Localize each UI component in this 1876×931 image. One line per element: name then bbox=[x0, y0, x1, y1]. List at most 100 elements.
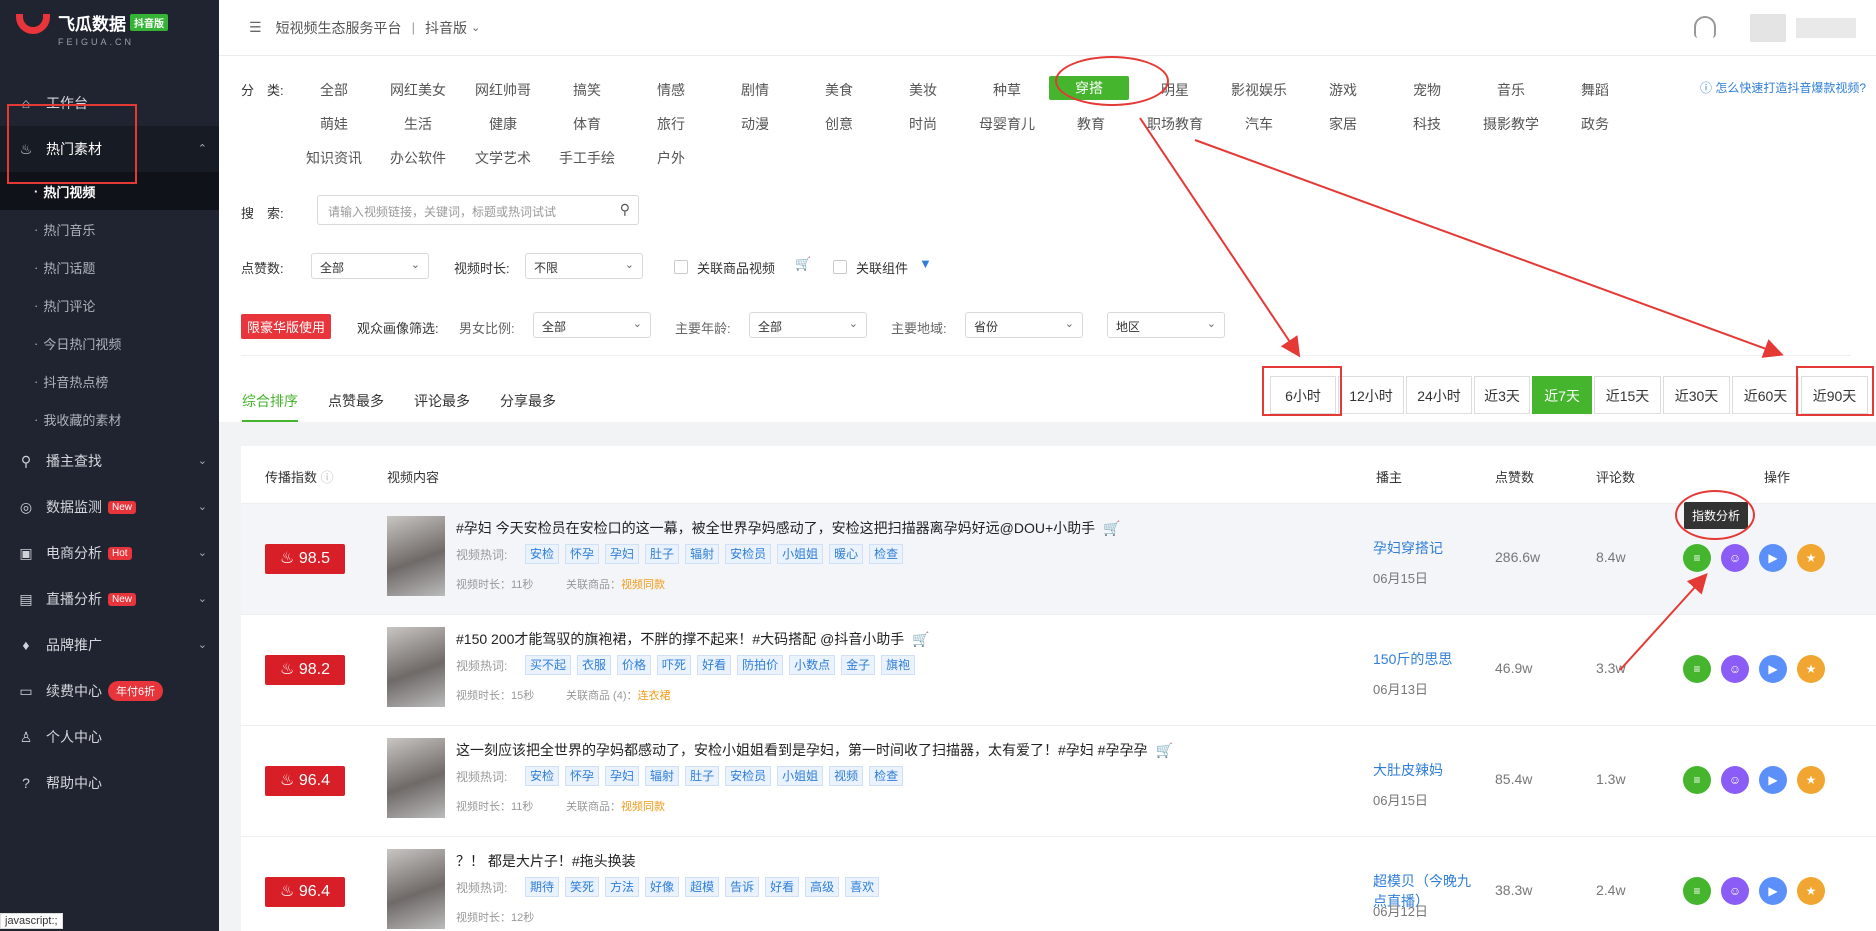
hot-word-tag[interactable]: 喜欢 bbox=[845, 877, 880, 897]
help-link[interactable]: ⓘ 怎么快速打造抖音爆款视频? bbox=[1700, 79, 1866, 96]
sub-item-hot-comment[interactable]: · 热门评论 bbox=[0, 286, 219, 324]
time-range-button[interactable]: 近15天 bbox=[1594, 376, 1661, 414]
hot-word-tag[interactable]: 买不起 bbox=[525, 655, 572, 675]
author-link[interactable]: 150斤的思思 bbox=[1373, 649, 1483, 669]
hot-word-tag[interactable]: 检查 bbox=[869, 766, 904, 786]
category-item[interactable]: 办公软件 bbox=[376, 148, 460, 168]
favorite-button[interactable]: ★ bbox=[1797, 877, 1825, 905]
audience-button[interactable]: ☺ bbox=[1721, 544, 1749, 572]
hot-word-tag[interactable]: 安检 bbox=[525, 766, 560, 786]
tab-most-comments[interactable]: 评论最多 bbox=[414, 391, 470, 411]
category-item[interactable]: 网红美女 bbox=[376, 80, 460, 100]
nav-brand[interactable]: ♦ 品牌推广 ⌄ bbox=[0, 622, 219, 668]
audience-button[interactable]: ☺ bbox=[1721, 766, 1749, 794]
category-item[interactable]: 职场教育 bbox=[1133, 114, 1217, 134]
category-item[interactable]: 摄影教学 bbox=[1469, 114, 1553, 134]
nav-data-monitor[interactable]: ◎ 数据监测 New ⌄ bbox=[0, 484, 219, 530]
category-item[interactable]: 文学艺术 bbox=[461, 148, 545, 168]
video-thumbnail[interactable] bbox=[387, 738, 445, 818]
favorite-button[interactable]: ★ bbox=[1797, 544, 1825, 572]
age-select[interactable]: 全部 ⌄ bbox=[749, 312, 867, 338]
username[interactable] bbox=[1796, 18, 1856, 38]
hot-word-tag[interactable]: 小数点 bbox=[789, 655, 836, 675]
hot-word-tag[interactable]: 超模 bbox=[685, 877, 720, 897]
category-item[interactable]: 户外 bbox=[629, 148, 713, 168]
time-range-button[interactable]: 近60天 bbox=[1732, 376, 1799, 414]
hot-word-tag[interactable]: 视频 bbox=[829, 766, 864, 786]
category-item[interactable]: 情感 bbox=[629, 80, 713, 100]
nav-renew[interactable]: ▭ 续费中心 年付6折 bbox=[0, 668, 219, 714]
nav-streamer-search[interactable]: ⚲ 播主查找 ⌄ bbox=[0, 438, 219, 484]
province-select[interactable]: 省份 ⌄ bbox=[965, 312, 1083, 338]
audience-button[interactable]: ☺ bbox=[1721, 655, 1749, 683]
play-button[interactable]: ▶ bbox=[1759, 655, 1787, 683]
tab-most-likes[interactable]: 点赞最多 bbox=[328, 391, 384, 411]
favorite-button[interactable]: ★ bbox=[1797, 766, 1825, 794]
category-item[interactable]: 时尚 bbox=[881, 114, 965, 134]
headset-icon[interactable] bbox=[1694, 16, 1716, 38]
hot-word-tag[interactable]: 暖心 bbox=[829, 544, 864, 564]
favorite-button[interactable]: ★ bbox=[1797, 655, 1825, 683]
video-thumbnail[interactable] bbox=[387, 627, 445, 707]
avatar[interactable] bbox=[1750, 14, 1786, 42]
category-item[interactable]: 音乐 bbox=[1469, 80, 1553, 100]
author-link[interactable]: 大肚皮辣妈 bbox=[1373, 760, 1483, 780]
hot-word-tag[interactable]: 好看 bbox=[765, 877, 800, 897]
hot-word-tag[interactable]: 肚子 bbox=[685, 766, 720, 786]
hot-word-tag[interactable]: 检查 bbox=[869, 544, 904, 564]
likes-select[interactable]: 全部 ⌄ bbox=[311, 253, 429, 279]
nav-help[interactable]: ? 帮助中心 bbox=[0, 760, 219, 806]
hot-word-tag[interactable]: 金子 bbox=[841, 655, 876, 675]
sub-item-hot-music[interactable]: · 热门音乐 bbox=[0, 210, 219, 248]
category-item[interactable]: 健康 bbox=[461, 114, 545, 134]
related-goods-link[interactable]: 视频同款 bbox=[621, 801, 665, 813]
category-item[interactable]: 体育 bbox=[545, 114, 629, 134]
nav-personal[interactable]: ♙ 个人中心 bbox=[0, 714, 219, 760]
category-item[interactable]: 美妆 bbox=[881, 80, 965, 100]
table-row[interactable]: ♨ 98.2 #150 200才能驾驭的旗袍裙，不胖的撑不起来！#大码搭配 @抖音… bbox=[241, 615, 1876, 726]
category-item[interactable]: 游戏 bbox=[1301, 80, 1385, 100]
hot-word-tag[interactable]: 价格 bbox=[617, 655, 652, 675]
video-title[interactable]: #150 200才能驾驭的旗袍裙，不胖的撑不起来！#大码搭配 @抖音小助手 🛒 bbox=[456, 629, 930, 649]
play-button[interactable]: ▶ bbox=[1759, 766, 1787, 794]
hot-word-tag[interactable]: 衣服 bbox=[577, 655, 612, 675]
hot-word-tag[interactable]: 安检员 bbox=[725, 544, 772, 564]
hot-word-tag[interactable]: 怀孕 bbox=[565, 766, 600, 786]
logo[interactable]: 飞瓜数据 抖音版 FEIGUA.CN bbox=[0, 0, 219, 56]
time-range-button[interactable]: 近3天 bbox=[1474, 376, 1530, 414]
search-input[interactable]: 请输入视频链接，关键词，标题或热词试试 ⚲ bbox=[317, 195, 639, 225]
category-item[interactable]: 影视娱乐 bbox=[1217, 80, 1301, 100]
video-thumbnail[interactable] bbox=[387, 516, 445, 596]
search-icon[interactable]: ⚲ bbox=[620, 201, 630, 218]
sub-item-hot-topic[interactable]: · 热门话题 bbox=[0, 248, 219, 286]
category-item[interactable]: 创意 bbox=[797, 114, 881, 134]
category-item[interactable]: 手工手绘 bbox=[545, 148, 629, 168]
gender-select[interactable]: 全部 ⌄ bbox=[533, 312, 651, 338]
nav-ecom[interactable]: ▣ 电商分析 Hot ⌄ bbox=[0, 530, 219, 576]
category-item[interactable]: 剧情 bbox=[713, 80, 797, 100]
index-analysis-button[interactable]: ≡ bbox=[1683, 544, 1711, 572]
sub-item-today-hot[interactable]: · 今日热门视频 bbox=[0, 324, 219, 362]
category-item[interactable]: 生活 bbox=[376, 114, 460, 134]
info-icon[interactable]: ⓘ bbox=[321, 470, 334, 485]
category-item[interactable]: 母婴育儿 bbox=[965, 114, 1049, 134]
category-item[interactable]: 旅行 bbox=[629, 114, 713, 134]
category-item[interactable]: 网红帅哥 bbox=[461, 80, 545, 100]
sub-item-hot-list[interactable]: · 抖音热点榜 bbox=[0, 362, 219, 400]
related-goods-link[interactable]: 连衣裙 bbox=[638, 690, 671, 702]
hot-word-tag[interactable]: 好看 bbox=[697, 655, 732, 675]
category-item[interactable]: 动漫 bbox=[713, 114, 797, 134]
hot-word-tag[interactable]: 期待 bbox=[525, 877, 560, 897]
hot-word-tag[interactable]: 孕妇 bbox=[605, 544, 640, 564]
category-item[interactable]: 美食 bbox=[797, 80, 881, 100]
area-select[interactable]: 地区 ⌄ bbox=[1107, 312, 1225, 338]
table-row[interactable]: ♨ 96.4 这一刻应该把全世界的孕妈都感动了，安检小姐姐看到是孕妇，第一时间收了… bbox=[241, 726, 1876, 837]
play-button[interactable]: ▶ bbox=[1759, 877, 1787, 905]
index-analysis-button[interactable]: ≡ bbox=[1683, 766, 1711, 794]
hot-word-tag[interactable]: 吓死 bbox=[657, 655, 692, 675]
hot-word-tag[interactable]: 告诉 bbox=[725, 877, 760, 897]
hot-word-tag[interactable]: 安检员 bbox=[725, 766, 772, 786]
index-analysis-button[interactable]: ≡ bbox=[1683, 655, 1711, 683]
category-item[interactable]: 科技 bbox=[1385, 114, 1469, 134]
hot-word-tag[interactable]: 小姐姐 bbox=[777, 766, 824, 786]
